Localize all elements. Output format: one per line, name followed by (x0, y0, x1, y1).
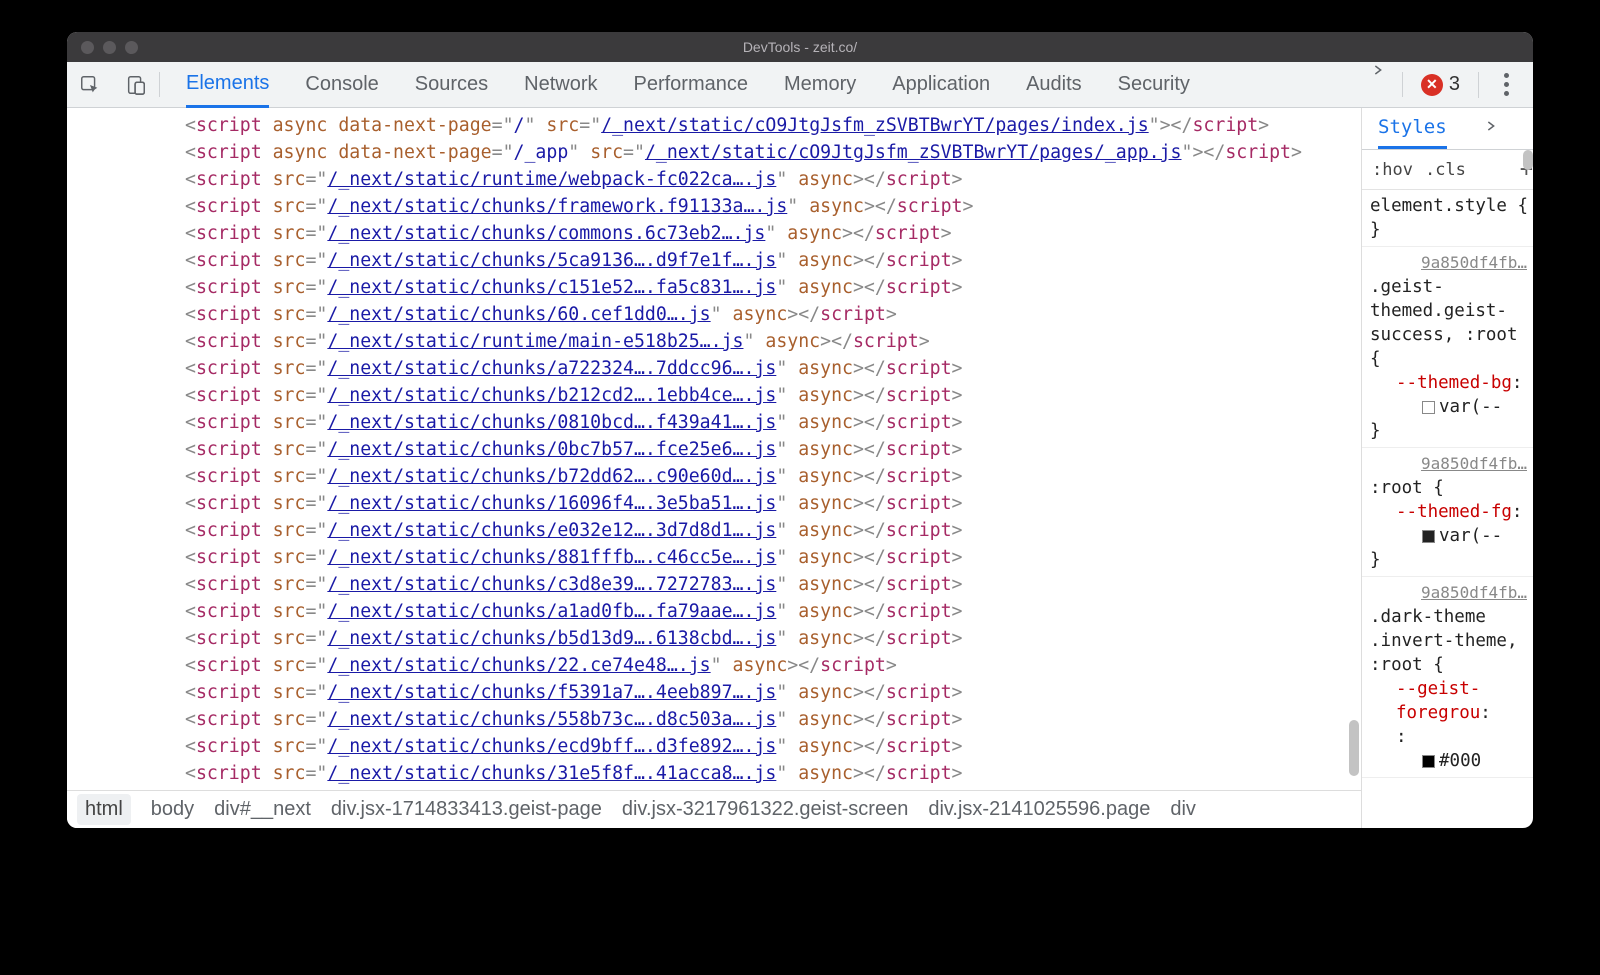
tab-sources[interactable]: Sources (415, 63, 488, 106)
dom-node[interactable]: <script src="/_next/static/chunks/60.cef… (67, 301, 1361, 328)
style-rules[interactable]: element.style {}9a850df4fb….geist-themed… (1362, 190, 1533, 828)
error-count[interactable]: ✕ 3 (1421, 73, 1460, 96)
dom-node[interactable]: <script src="/_next/static/chunks/f5391a… (67, 679, 1361, 706)
dom-node[interactable]: <script src="/_next/static/chunks/31e5f8… (67, 760, 1361, 787)
rule-source-link[interactable]: 9a850df4fb… (1370, 581, 1529, 605)
dom-node[interactable]: <script src="/_next/static/chunks/558b73… (67, 706, 1361, 733)
window-title: DevTools - zeit.co/ (67, 39, 1533, 55)
styles-sidebar: Styles :hov .cls + element.style {}9a850… (1361, 108, 1533, 828)
more-tabs-icon[interactable] (1354, 62, 1402, 107)
dom-node[interactable]: <script src="/_next/static/chunks/22.ce7… (67, 652, 1361, 679)
tab-audits[interactable]: Audits (1026, 63, 1082, 106)
dom-node[interactable]: <script src="/_next/static/chunks/e032e1… (67, 517, 1361, 544)
rule-source-link[interactable]: 9a850df4fb… (1370, 452, 1529, 476)
error-count-value: 3 (1449, 73, 1460, 96)
tab-network[interactable]: Network (524, 63, 597, 106)
dom-node[interactable]: <script src="/_next/static/runtime/webpa… (67, 166, 1361, 193)
settings-menu-icon[interactable] (1497, 73, 1515, 96)
devtools-window: DevTools - zeit.co/ Elements Console Sourc… (67, 32, 1533, 828)
dom-node[interactable]: <script src="/_next/static/chunks/b72dd6… (67, 463, 1361, 490)
breadcrumb-item[interactable]: div.jsx-3217961322.geist-screen (622, 798, 908, 821)
style-rule[interactable]: 9a850df4fb….dark-theme .invert-theme, :r… (1362, 577, 1533, 778)
tabbar: Elements Console Sources Network Performance… (67, 62, 1533, 108)
close-window-button[interactable] (81, 41, 94, 54)
breadcrumb-item[interactable]: div.jsx-2141025596.page (928, 798, 1150, 821)
dom-node[interactable]: <script src="/_next/static/chunks/ecd9bf… (67, 733, 1361, 760)
rule-source-link[interactable]: 9a850df4fb… (1370, 251, 1529, 275)
dom-node[interactable]: <script src="/_next/static/chunks/0bc7b5… (67, 436, 1361, 463)
main-panel: <script async data-next-page="/" src="/_… (67, 108, 1533, 828)
breadcrumb-item[interactable]: div (1170, 798, 1196, 821)
styles-toolbar: :hov .cls + (1362, 150, 1533, 190)
tab-security[interactable]: Security (1118, 63, 1190, 106)
dom-node[interactable]: <script src="/_next/static/chunks/5ca913… (67, 247, 1361, 274)
style-rule[interactable]: 9a850df4fb….geist-themed.geist-success, … (1362, 247, 1533, 448)
error-icon: ✕ (1421, 74, 1443, 96)
dom-node[interactable]: <script src="/_next/static/chunks/c3d8e3… (67, 571, 1361, 598)
dom-node[interactable]: <script async data-next-page="/_app" src… (67, 139, 1361, 166)
dom-node[interactable]: <script src="/_next/static/chunks/0810bc… (67, 409, 1361, 436)
separator (1478, 72, 1479, 98)
breadcrumb: html body div#__next div.jsx-1714833413.gei… (67, 790, 1361, 828)
titlebar: DevTools - zeit.co/ (67, 32, 1533, 62)
dom-node[interactable]: <script src="/_next/static/runtime/main-… (67, 328, 1361, 355)
elements-tree[interactable]: <script async data-next-page="/" src="/_… (67, 108, 1361, 790)
dom-node[interactable]: <script src="/_next/static/chunks/16096f… (67, 490, 1361, 517)
window-controls (81, 41, 138, 54)
minimize-window-button[interactable] (103, 41, 116, 54)
style-rule[interactable]: element.style {} (1362, 190, 1533, 247)
scrollbar-thumb[interactable] (1349, 720, 1359, 776)
tab-performance[interactable]: Performance (634, 63, 749, 106)
tab-elements[interactable]: Elements (186, 62, 269, 108)
dom-node[interactable]: <script async data-next-page="/" src="/_… (67, 112, 1361, 139)
breadcrumb-item[interactable]: div.jsx-1714833413.geist-page (331, 798, 602, 821)
sidebar-tabs: Styles (1362, 108, 1533, 150)
dom-node[interactable]: <script src="/_next/static/chunks/a1ad0f… (67, 598, 1361, 625)
panel-tabs: Elements Console Sources Network Performance… (160, 62, 1354, 107)
toggle-device-icon[interactable] (113, 62, 159, 107)
dom-node[interactable]: <script src="/_next/static/chunks/a72232… (67, 355, 1361, 382)
scrollbar-thumb[interactable] (1523, 150, 1533, 170)
breadcrumb-item[interactable]: div#__next (214, 798, 311, 821)
styles-tab[interactable]: Styles (1378, 108, 1447, 149)
tab-memory[interactable]: Memory (784, 63, 856, 106)
breadcrumb-item[interactable]: html (77, 794, 131, 825)
cls-toggle[interactable]: .cls (1425, 160, 1466, 180)
style-rule[interactable]: 9a850df4fb…:root {--themed-fg:var(--} (1362, 448, 1533, 577)
tab-application[interactable]: Application (892, 63, 990, 106)
zoom-window-button[interactable] (125, 41, 138, 54)
dom-node[interactable]: <script src="/_next/static/chunks/b212cd… (67, 382, 1361, 409)
inspect-element-icon[interactable] (67, 62, 113, 107)
dom-node[interactable]: <script src="/_next/static/chunks/common… (67, 220, 1361, 247)
dom-node[interactable]: <script src="/_next/static/chunks/881fff… (67, 544, 1361, 571)
more-sidebar-tabs-icon[interactable] (1467, 118, 1515, 139)
dom-node[interactable]: <script src="/_next/static/chunks/c151e5… (67, 274, 1361, 301)
hover-toggle[interactable]: :hov (1372, 160, 1413, 180)
dom-node[interactable]: <script src="/_next/static/chunks/framew… (67, 193, 1361, 220)
dom-node[interactable]: <script src="/_next/static/chunks/b5d13d… (67, 625, 1361, 652)
breadcrumb-item[interactable]: body (151, 798, 194, 821)
dom-node[interactable]: <script src="/_next/static/cO9JtgJsfm_zS… (67, 787, 1361, 790)
tab-console[interactable]: Console (305, 63, 378, 106)
